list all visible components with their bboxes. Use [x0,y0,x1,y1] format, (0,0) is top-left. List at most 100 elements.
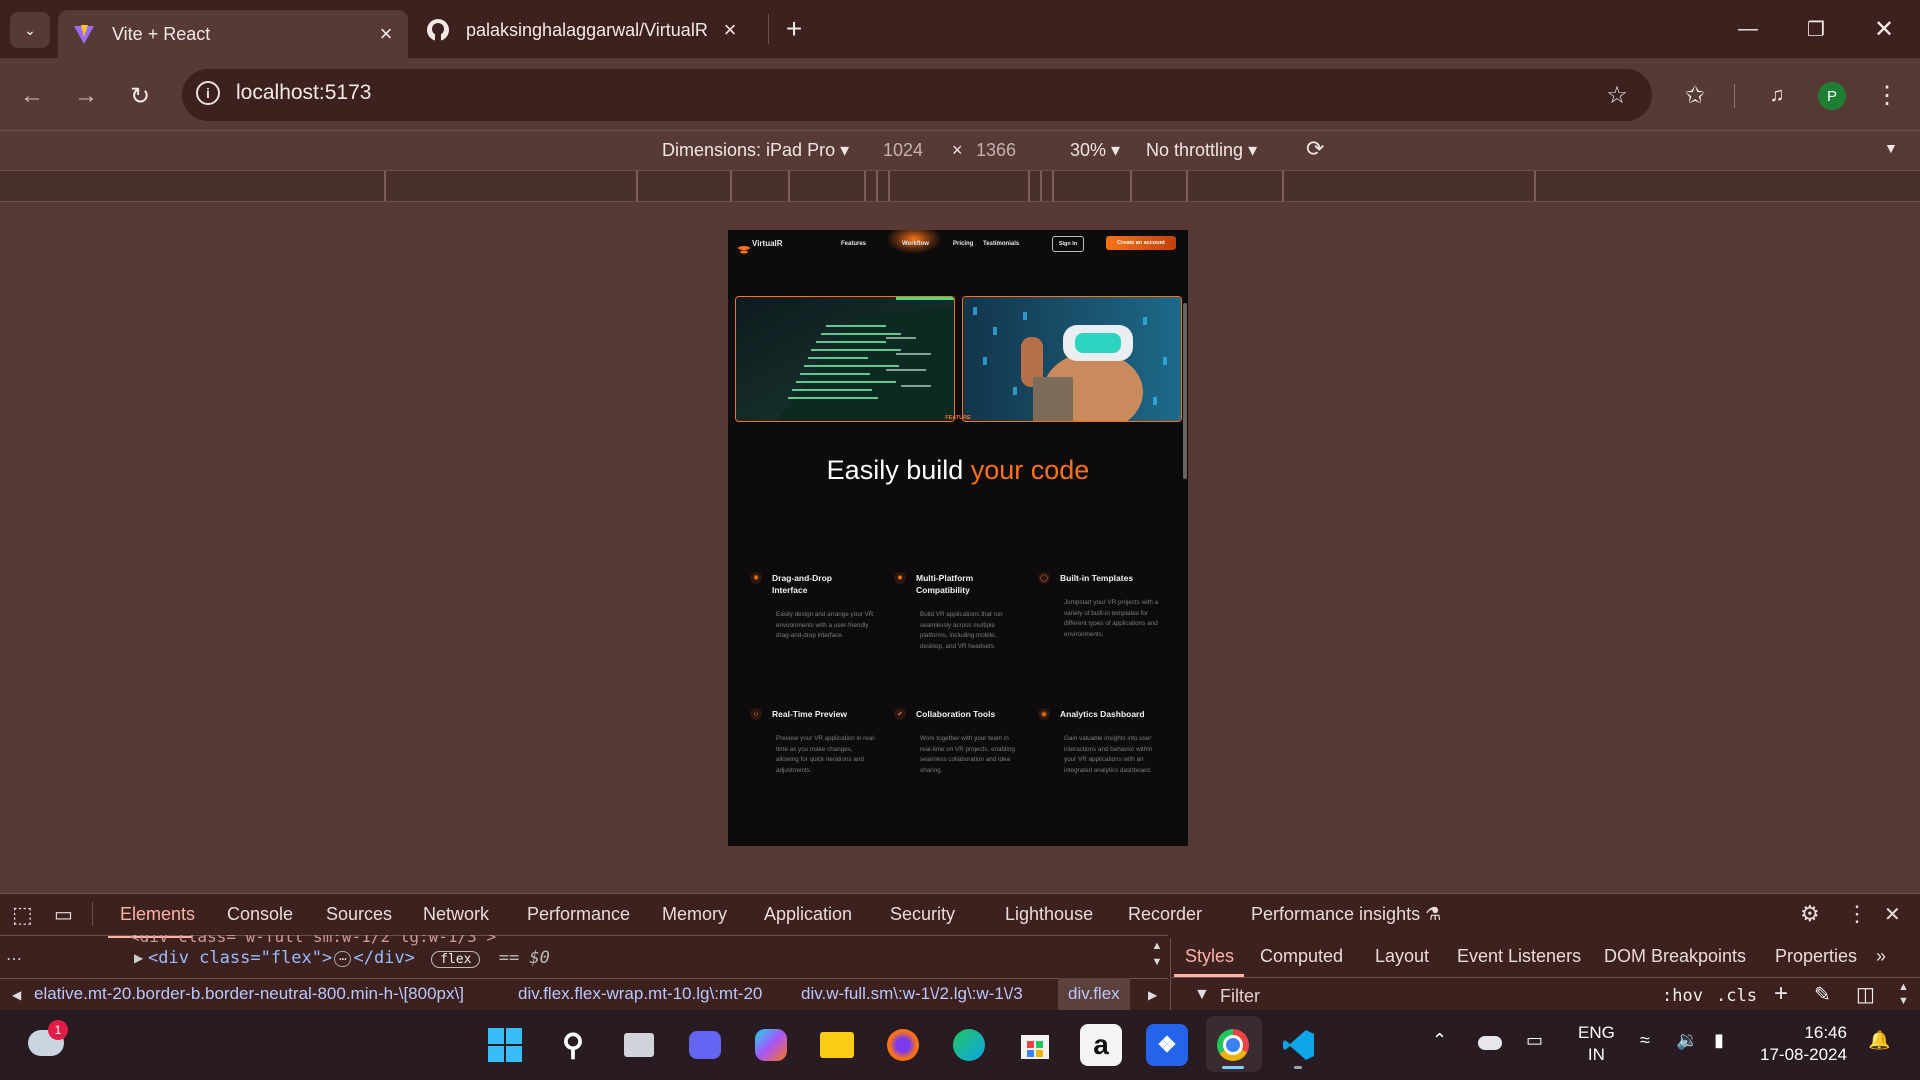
dom-node-line[interactable]: <div class="w-full sm:w-1/2 lg:w-1/3"> [130,935,496,946]
viewport-scrollbar[interactable] [1183,303,1187,479]
tab-github-virtualr[interactable]: palaksinghalaggarwal/VirtualR × [412,8,752,52]
devtools-tab-sources[interactable]: Sources [326,904,392,925]
clock[interactable]: 16:46 17-08-2024 [1760,1022,1847,1066]
devtools-tab-recorder[interactable]: Recorder [1128,904,1202,925]
device-options-icon[interactable]: ▼ [1884,140,1898,156]
devtools-tab-memory[interactable]: Memory [662,904,727,925]
paint-brush-icon[interactable]: ✎ [1814,982,1831,1007]
styles-filter-input[interactable]: Filter [1220,986,1260,1007]
class-toggle[interactable]: .cls [1716,986,1757,1006]
reload-button[interactable]: ↻ [124,80,156,112]
rotate-icon[interactable]: ⟳ [1306,136,1324,162]
volume-icon[interactable]: 🔉 [1676,1030,1698,1051]
crumb-left-arrow-icon[interactable]: ◀ [12,988,21,1002]
styles-tab-properties[interactable]: Properties [1775,946,1857,967]
task-view-icon[interactable] [618,1024,660,1066]
nav-workflow[interactable]: Workflow [902,241,929,247]
tab-vite-react[interactable]: Vite + React × [58,10,408,58]
devtools-close-icon[interactable]: ✕ [1884,902,1901,927]
breadcrumb-item[interactable]: elative.mt-20.border-b.border-neutral-80… [34,984,498,1004]
tab-search-button[interactable]: ⌄ [10,12,50,48]
dom-tree[interactable]: <div class="w-full sm:w-1/2 lg:w-1/3"> ⋯… [0,935,1168,979]
media-controls-icon[interactable]: ♫ [1760,78,1794,112]
menu-dots-icon[interactable]: ⋮ [1870,78,1904,112]
dom-scroll-arrows[interactable]: ▲ ▼ [1148,938,1166,974]
dom-ellipsis-icon[interactable]: ⋯ [6,949,22,969]
more-tabs-chevron-icon[interactable]: » [1876,946,1886,967]
devtools-menu-icon[interactable]: ⋮ [1846,901,1868,927]
notifications-bell-icon[interactable]: 🔔 [1868,1030,1890,1051]
nav-pricing[interactable]: Pricing [953,241,973,247]
amazon-icon[interactable]: a [1080,1024,1122,1066]
battery-icon[interactable]: ▮ [1714,1030,1724,1051]
styles-tab-styles[interactable]: Styles [1185,946,1234,967]
device-height-input[interactable]: 1366 [976,140,1016,161]
zoom-select[interactable]: 30% ▾ [1070,140,1120,161]
devtools-tab-network[interactable]: Network [423,904,489,925]
device-toggle-icon[interactable]: ▭ [54,902,73,927]
brand-name[interactable]: VirtualR [752,239,783,248]
address-url[interactable]: localhost:5173 [236,81,371,105]
windows-start-icon[interactable] [484,1024,526,1066]
chrome-icon[interactable] [1212,1024,1254,1066]
selected-dom-node[interactable]: <div class="flex"> ⋯ </div> flex == $0 [148,948,550,968]
media-query-ruler[interactable] [0,170,1920,202]
expand-triangle-icon[interactable]: ▶ [134,951,143,965]
profile-avatar[interactable]: P [1818,82,1846,110]
new-rule-plus-icon[interactable]: + [1774,980,1788,1008]
throttling-select[interactable]: No throttling ▾ [1146,140,1257,161]
hover-state-toggle[interactable]: :hov [1662,986,1703,1006]
device-width-input[interactable]: 1024 [883,140,923,161]
styles-tab-event-listeners[interactable]: Event Listeners [1457,946,1581,967]
firefox-icon[interactable] [882,1024,924,1066]
edge-icon[interactable] [948,1024,990,1066]
nav-features[interactable]: Features [841,241,866,247]
breadcrumb-item[interactable]: div.w-full.sm\:w-1\/2.lg\:w-1\/3 [801,984,1023,1004]
create-account-button[interactable]: Create an account [1106,236,1176,250]
device-viewport[interactable]: VirtualR Features Workflow Pricing Testi… [728,230,1188,846]
crumb-right-arrow-icon[interactable]: ▶ [1148,988,1157,1002]
close-tab-icon[interactable]: × [718,17,742,43]
breadcrumb-item-selected[interactable]: div.flex [1068,984,1120,1004]
settings-gear-icon[interactable]: ⚙ [1800,901,1820,927]
vscode-icon[interactable] [1278,1024,1320,1066]
styles-tab-dom-breakpoints[interactable]: DOM Breakpoints [1604,946,1746,967]
minimize-button[interactable]: — [1718,8,1778,50]
devtools-tab-performance[interactable]: Performance [527,904,630,925]
devtools-tab-lighthouse[interactable]: Lighthouse [1005,904,1093,925]
devtools-tab-console[interactable]: Console [227,904,293,925]
bookmarks-icon[interactable]: ✩ [1678,78,1712,112]
site-info-icon[interactable]: i [196,81,220,105]
styles-scroll-arrows[interactable]: ▲ ▼ [1898,980,1909,1008]
nav-testimonials[interactable]: Testimonials [983,241,1019,247]
microsoft-store-icon[interactable] [1014,1024,1056,1066]
teams-chat-icon[interactable] [684,1024,726,1066]
search-icon[interactable]: ⚲ [552,1024,594,1066]
restore-button[interactable]: ❐ [1786,8,1846,50]
close-window-button[interactable]: ✕ [1854,8,1914,50]
dropbox-icon[interactable]: ❖ [1146,1024,1188,1066]
breadcrumb-item[interactable]: div.flex.flex-wrap.mt-10.lg\:mt-20 [518,984,762,1004]
address-bar[interactable] [182,69,1652,121]
bookmark-star-icon[interactable]: ☆ [1600,78,1634,112]
sidebar-toggle-icon[interactable]: ◫ [1856,982,1875,1007]
wifi-icon[interactable]: ≈ [1640,1030,1650,1051]
back-button[interactable]: ← [16,80,48,112]
devtools-tab-security[interactable]: Security [890,904,955,925]
chevron-up-icon[interactable]: ⌃ [1432,1030,1447,1051]
devtools-tab-elements[interactable]: Elements [120,904,195,925]
styles-tab-layout[interactable]: Layout [1375,946,1429,967]
forward-button[interactable]: → [70,80,102,112]
device-dimensions-select[interactable]: Dimensions: iPad Pro ▾ [662,140,849,161]
file-explorer-icon[interactable] [816,1024,858,1066]
sign-in-button[interactable]: Sign In [1052,236,1084,252]
devtools-tab-performance-insights[interactable]: Performance insights ⚗ [1251,904,1441,925]
inspect-element-icon[interactable]: ⬚ [12,902,33,928]
devtools-tab-application[interactable]: Application [764,904,852,925]
new-tab-button[interactable]: + [764,8,824,50]
styles-tab-computed[interactable]: Computed [1260,946,1343,967]
onedrive-icon[interactable] [1478,1036,1502,1050]
copilot-icon[interactable] [750,1024,792,1066]
close-tab-icon[interactable]: × [374,21,398,47]
language-indicator[interactable]: ENG IN [1578,1022,1615,1066]
